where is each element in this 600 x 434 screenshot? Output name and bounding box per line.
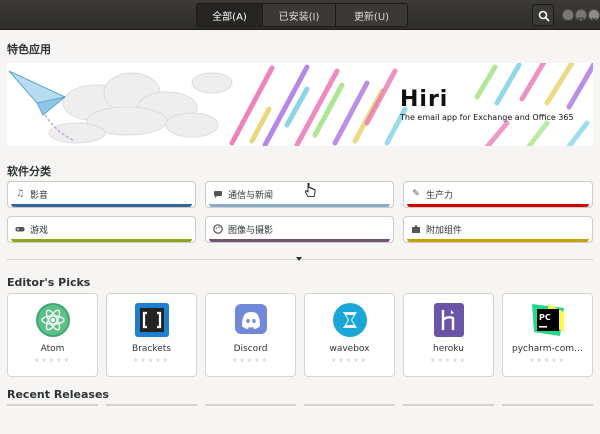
featured-app-tagline: The email app for Exchange and Office 36… — [400, 113, 574, 122]
category-games[interactable]: 游戏 — [7, 216, 196, 243]
view-switcher: 全部(A) 已安装(I) 更新(U) — [196, 3, 408, 27]
featured-app-name: Hiri — [400, 87, 449, 112]
rating-stars: ★★★★★ — [529, 357, 566, 364]
category-color-bar — [407, 239, 589, 242]
search-button[interactable] — [532, 4, 554, 26]
recent-tile-placeholder — [205, 404, 296, 406]
rating-stars: ★★★★★ — [133, 357, 170, 364]
app-tile-brackets[interactable]: Brackets ★★★★★ — [106, 293, 197, 377]
chevron-down-icon[interactable] — [296, 257, 302, 261]
featured-banner[interactable] — [7, 63, 593, 146]
pencil-icon: ✎ — [412, 189, 420, 199]
app-tile-heroku[interactable]: heroku ★★★★★ — [403, 293, 494, 377]
category-label: 生产力 — [426, 191, 454, 201]
app-tile-discord[interactable]: Discord ★★★★★ — [205, 293, 296, 377]
category-audio-video[interactable]: ♫ 影音 — [7, 181, 196, 208]
recent-tile-placeholder — [304, 404, 395, 406]
rating-stars: ★★★★★ — [34, 357, 71, 364]
atom-icon — [36, 303, 70, 337]
puzzle-icon — [411, 224, 421, 234]
categories-heading: 软件分类 — [7, 165, 51, 178]
category-color-bar — [407, 204, 589, 207]
category-color-bar — [11, 239, 192, 242]
header-bar: 全部(A) 已安装(I) 更新(U) — [0, 0, 600, 30]
app-name: heroku — [433, 344, 464, 354]
discord-icon — [235, 304, 267, 334]
app-tile-wavebox[interactable]: wavebox ★★★★★ — [304, 293, 395, 377]
featured-heading: 特色应用 — [7, 43, 51, 56]
palette-icon — [213, 224, 223, 234]
app-name: Atom — [40, 344, 65, 354]
rating-stars: ★★★★★ — [430, 357, 467, 364]
app-name: Brackets — [132, 344, 171, 354]
recent-tile-placeholder — [7, 404, 98, 406]
recent-tile-placeholder — [502, 404, 593, 406]
category-label: 游戏 — [30, 226, 49, 236]
rating-stars: ★★★★★ — [331, 357, 368, 364]
maximize-button[interactable] — [575, 9, 587, 23]
app-name: pycharm-com… — [512, 344, 583, 354]
category-color-bar — [209, 204, 390, 207]
close-icon — [591, 17, 597, 23]
maximize-icon — [578, 17, 584, 23]
wavebox-icon — [333, 303, 367, 337]
close-button[interactable] — [588, 9, 600, 23]
pycharm-icon: PC — [532, 304, 564, 336]
minimize-button[interactable] — [562, 9, 574, 22]
minimize-icon — [566, 20, 570, 22]
category-color-bar — [209, 239, 390, 242]
app-name: Discord — [233, 344, 268, 354]
tab-installed[interactable]: 已安装(I) — [263, 3, 336, 27]
mouse-pointer-icon — [305, 183, 316, 197]
recent-releases-heading: Recent Releases — [7, 388, 109, 401]
tab-updates[interactable]: 更新(U) — [336, 3, 408, 27]
category-productivity[interactable]: ✎ 生产力 — [403, 181, 593, 208]
recent-tile-placeholder — [403, 404, 494, 406]
gamepad-icon — [15, 224, 25, 234]
category-label: 附加组件 — [426, 226, 463, 236]
category-label: 图像与摄影 — [228, 226, 274, 236]
category-communication[interactable]: 通信与新闻 — [205, 181, 394, 208]
rating-stars: ★★★★★ — [232, 357, 269, 364]
svg-text:PC: PC — [539, 313, 551, 322]
music-note-icon: ♫ — [15, 189, 25, 199]
app-tile-atom[interactable]: Atom ★★★★★ — [7, 293, 98, 377]
tab-all[interactable]: 全部(A) — [196, 3, 263, 27]
heroku-icon — [434, 303, 464, 337]
category-graphics[interactable]: 图像与摄影 — [205, 216, 394, 243]
banner-artwork — [8, 63, 593, 146]
category-label: 影音 — [30, 191, 49, 201]
brackets-icon — [135, 303, 169, 337]
chat-bubble-icon — [213, 189, 223, 199]
category-label: 通信与新闻 — [228, 191, 274, 201]
app-tile-pycharm[interactable]: PC pycharm-com… ★★★★★ — [502, 293, 593, 377]
recent-tile-placeholder — [106, 404, 197, 406]
search-icon — [538, 10, 550, 22]
category-addons[interactable]: 附加组件 — [403, 216, 593, 243]
app-name: wavebox — [329, 344, 370, 354]
editors-picks-heading: Editor's Picks — [7, 276, 91, 289]
category-color-bar — [11, 204, 192, 207]
